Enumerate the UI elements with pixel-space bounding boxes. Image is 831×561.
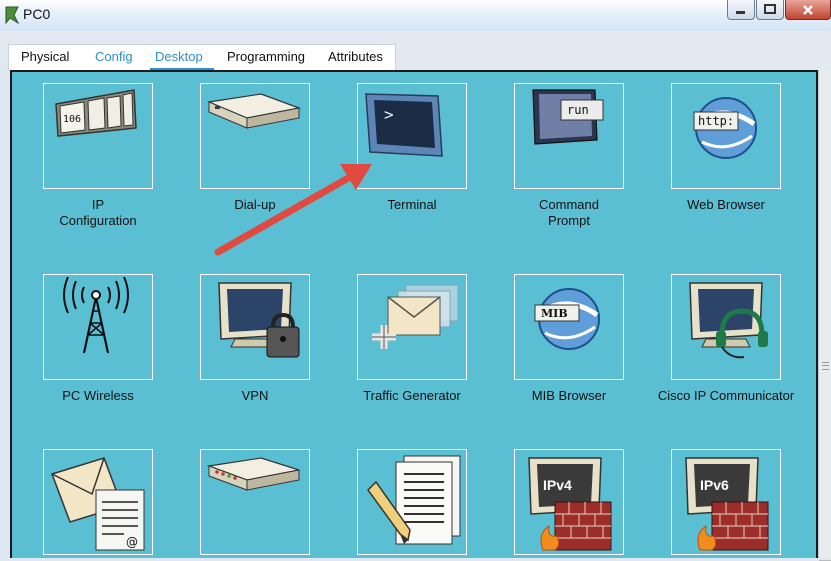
packet-tracer-app-icon — [5, 6, 20, 24]
pc-wireless-app[interactable] — [43, 274, 153, 380]
ip-configuration-app[interactable]: 106 — [43, 83, 153, 189]
http-badge: http: — [698, 114, 734, 128]
command-prompt-icon: run — [532, 89, 604, 145]
web-browser-app[interactable]: http: — [671, 83, 781, 189]
minimize-button[interactable] — [727, 0, 755, 20]
cisco-ip-communicator-app[interactable] — [671, 274, 781, 380]
email-icon: @ — [51, 457, 145, 551]
pppoe-dialer-app[interactable] — [200, 449, 310, 555]
cisco-ip-communicator-label: Cisco IP Communicator — [657, 388, 795, 403]
tab-desktop[interactable]: Desktop — [155, 49, 203, 64]
text-editor-icon — [367, 455, 461, 545]
text-editor-app[interactable] — [357, 449, 467, 555]
maximize-icon — [764, 4, 776, 14]
traffic-generator-icon — [372, 284, 459, 349]
ipv4-firewall-app[interactable]: IPv4 — [514, 449, 624, 555]
maximize-button[interactable] — [756, 0, 784, 20]
traffic-generator-app[interactable] — [357, 274, 467, 380]
tab-programming[interactable]: Programming — [227, 49, 305, 64]
mib-browser-label: MIB Browser — [531, 388, 607, 403]
ipv6-firewall-icon: IPv6 — [685, 457, 769, 551]
vpn-label: VPN — [241, 388, 269, 403]
ipv6-firewall-app[interactable]: IPv6 — [671, 449, 781, 555]
modem-icon — [206, 93, 302, 129]
vertical-scrollbar[interactable] — [818, 70, 831, 561]
scrollbar-grip[interactable] — [822, 362, 829, 370]
close-icon — [803, 4, 813, 15]
ipv4-firewall-icon: IPv4 — [528, 457, 612, 551]
close-button[interactable] — [785, 0, 831, 20]
web-browser-label: Web Browser — [687, 197, 765, 212]
ip-configuration-label-text: IP Configuration — [59, 197, 137, 228]
web-browser-icon: http: — [693, 97, 757, 159]
command-prompt-label-text: Command Prompt — [539, 197, 599, 228]
mib-browser-icon: MIB — [534, 288, 600, 350]
dial-up-label: Dial-up — [234, 197, 276, 212]
mib-browser-app[interactable]: MIB — [514, 274, 624, 380]
tab-physical[interactable]: Physical — [21, 49, 69, 64]
ip-badge: 106 — [63, 114, 81, 125]
dial-up-app[interactable] — [200, 83, 310, 189]
pppoe-dialer-icon — [206, 457, 300, 491]
pc-wireless-label: PC Wireless — [62, 388, 134, 403]
vpn-app[interactable] — [200, 274, 310, 380]
ip-configuration-icon: 106 — [55, 89, 137, 137]
terminal-icon: > — [365, 93, 443, 157]
tab-attributes[interactable]: Attributes — [328, 49, 383, 64]
terminal-label: Terminal — [387, 197, 437, 212]
command-prompt-label: Command Prompt — [494, 197, 644, 229]
window-title: PC0 — [23, 6, 51, 22]
at-badge: @ — [126, 535, 138, 549]
email-app[interactable]: @ — [43, 449, 153, 555]
mib-badge: MIB — [541, 307, 568, 320]
ip-configuration-label: IP Configuration — [23, 197, 173, 229]
ipv4-badge: IPv4 — [543, 477, 572, 493]
vpn-lock-icon — [218, 282, 300, 358]
command-prompt-app[interactable]: run — [514, 83, 624, 189]
terminal-app[interactable]: > — [357, 83, 467, 189]
minimize-icon — [736, 10, 745, 14]
traffic-generator-label: Traffic Generator — [363, 388, 461, 403]
ipv6-badge: IPv6 — [700, 477, 729, 493]
terminal-prompt: > — [384, 105, 394, 124]
ip-communicator-headset-icon — [689, 282, 768, 359]
run-badge: run — [567, 103, 589, 117]
tab-config[interactable]: Config — [95, 49, 133, 64]
wireless-tower-icon — [63, 276, 129, 354]
title-bar: PC0 — [0, 0, 831, 32]
